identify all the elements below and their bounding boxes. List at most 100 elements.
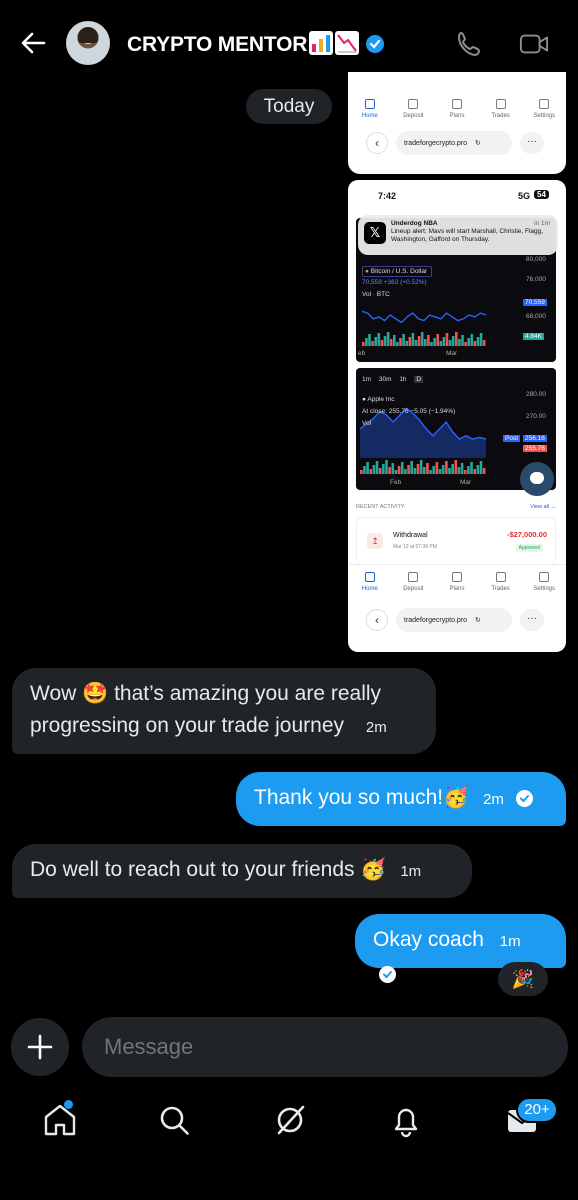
nav2-plans: Plans [437,565,477,604]
volume-bar [423,467,426,474]
volume-bar [424,339,427,346]
date-separator: Today [246,89,332,124]
volume-bar [430,342,433,346]
volume-bar [473,341,477,346]
volume-bar [402,334,405,346]
home-notification-dot [64,1100,73,1109]
chart-area [360,408,486,458]
message-time: 1m [499,933,521,950]
volume-bar [467,466,470,474]
volume-bar [408,337,412,346]
chat-title[interactable]: CRYPTO MENTOR [127,31,385,57]
volume-bar [470,334,474,346]
volume-bar [476,337,480,346]
volume-bar [372,465,376,474]
verified-badge-icon [366,35,385,53]
volume-bar [433,338,436,346]
message-outgoing-2[interactable]: Okay coach 1m [355,914,566,983]
message-text: Thank you so much!🥳 [254,786,470,809]
price-line [361,310,487,324]
image-attachment-1[interactable]: Home Deposit Plans Trades Settings ‹ tra… [348,72,566,174]
add-attachment-button[interactable] [11,1018,69,1076]
volume-bar [457,467,461,474]
volume-bar [411,333,415,346]
volume-bar [451,336,455,346]
volume-bar [419,460,423,474]
volume-bar [375,461,379,474]
volume-bar [400,462,404,474]
volume-bar [385,460,388,474]
recent-activity-header: RECENT ACTIVITY View all → [356,504,556,510]
url-more-icon-2: ··· [520,609,544,631]
url-back-icon: ‹ [366,132,388,154]
message-time: 2m [483,791,504,808]
volume-bar [405,341,408,346]
nav-plans: Plans [437,92,477,132]
grok-icon[interactable] [270,1100,310,1140]
volume-bar [374,337,377,346]
volume-bar [410,461,413,474]
nav-home: Home [350,92,390,132]
volume-bar [482,468,486,474]
chat-title-text: CRYPTO MENTOR [127,33,308,56]
volume-bar [436,334,439,346]
read-check-icon [379,966,396,983]
volume-bar [427,335,430,346]
volume-bar [389,339,393,346]
volume-bar [454,460,458,474]
volume-bar [448,468,451,474]
volume-bar [451,464,454,474]
message-text: Do well to reach out to your friends 🥳 [30,858,387,881]
volume-bar [438,469,442,474]
url-back-icon-2: ‹ [366,609,388,631]
status-bar: 7:42 5G 54 [348,180,566,208]
volume-bar [416,464,420,474]
message-input[interactable] [82,1017,568,1077]
message-reaction[interactable]: 🎉 [498,962,548,996]
volume-bar [470,462,473,474]
avatar[interactable] [66,21,110,65]
message-time: 1m [400,863,422,880]
message-incoming-1[interactable]: Wow 🤩 that’s amazing you are really prog… [12,668,436,754]
volume-bar [432,466,436,474]
volume-bar [377,333,381,346]
volume-bar [448,340,452,346]
volume-bar [435,462,439,474]
volume-bar [407,465,410,474]
volume-bar [393,335,396,346]
image-attachment-2[interactable]: 7:42 5G 54 ● Bitcoin / U.S. Dollar 70,55… [348,180,566,652]
video-call-icon[interactable] [519,30,549,58]
phone-icon[interactable] [455,30,485,58]
volume-bar [383,336,387,346]
volume-bar [460,463,464,474]
volume-bar [476,465,480,474]
nav-settings: Settings [524,92,564,132]
volume-bar [399,338,402,346]
volume-bar [388,467,391,474]
message-incoming-2[interactable]: Do well to reach out to your friends 🥳 1… [12,844,472,898]
volume-bar [479,461,483,474]
volume-bar [420,332,424,346]
messages-badge: 20+ [516,1097,558,1123]
volume-bar [363,466,366,474]
volume-bar [426,463,429,474]
volume-bar [445,461,448,474]
x-logo-icon: 𝕏 [364,222,386,244]
chart-up-emoji-icon [309,31,334,55]
url-field-2: tradeforgecrypto.pro ↻ [396,608,512,632]
message-outgoing-1[interactable]: Thank you so much!🥳 2m [236,772,566,826]
back-arrow-icon[interactable] [18,28,48,58]
nav2-deposit: Deposit [393,565,433,604]
volume-bar [463,470,467,474]
notifications-icon[interactable] [386,1100,426,1140]
volume-bar [414,340,418,346]
volume-bar [366,462,369,474]
home-icon[interactable] [40,1100,80,1140]
volume-bar [479,333,483,346]
push-notification: 𝕏 Underdog NBA in 1m Lineup alert: Mavs … [358,215,558,255]
volume-bar [417,336,421,346]
search-icon[interactable] [154,1100,194,1140]
volume-bar [394,470,398,474]
volume-bar [429,470,432,474]
volume-bar [397,466,401,474]
